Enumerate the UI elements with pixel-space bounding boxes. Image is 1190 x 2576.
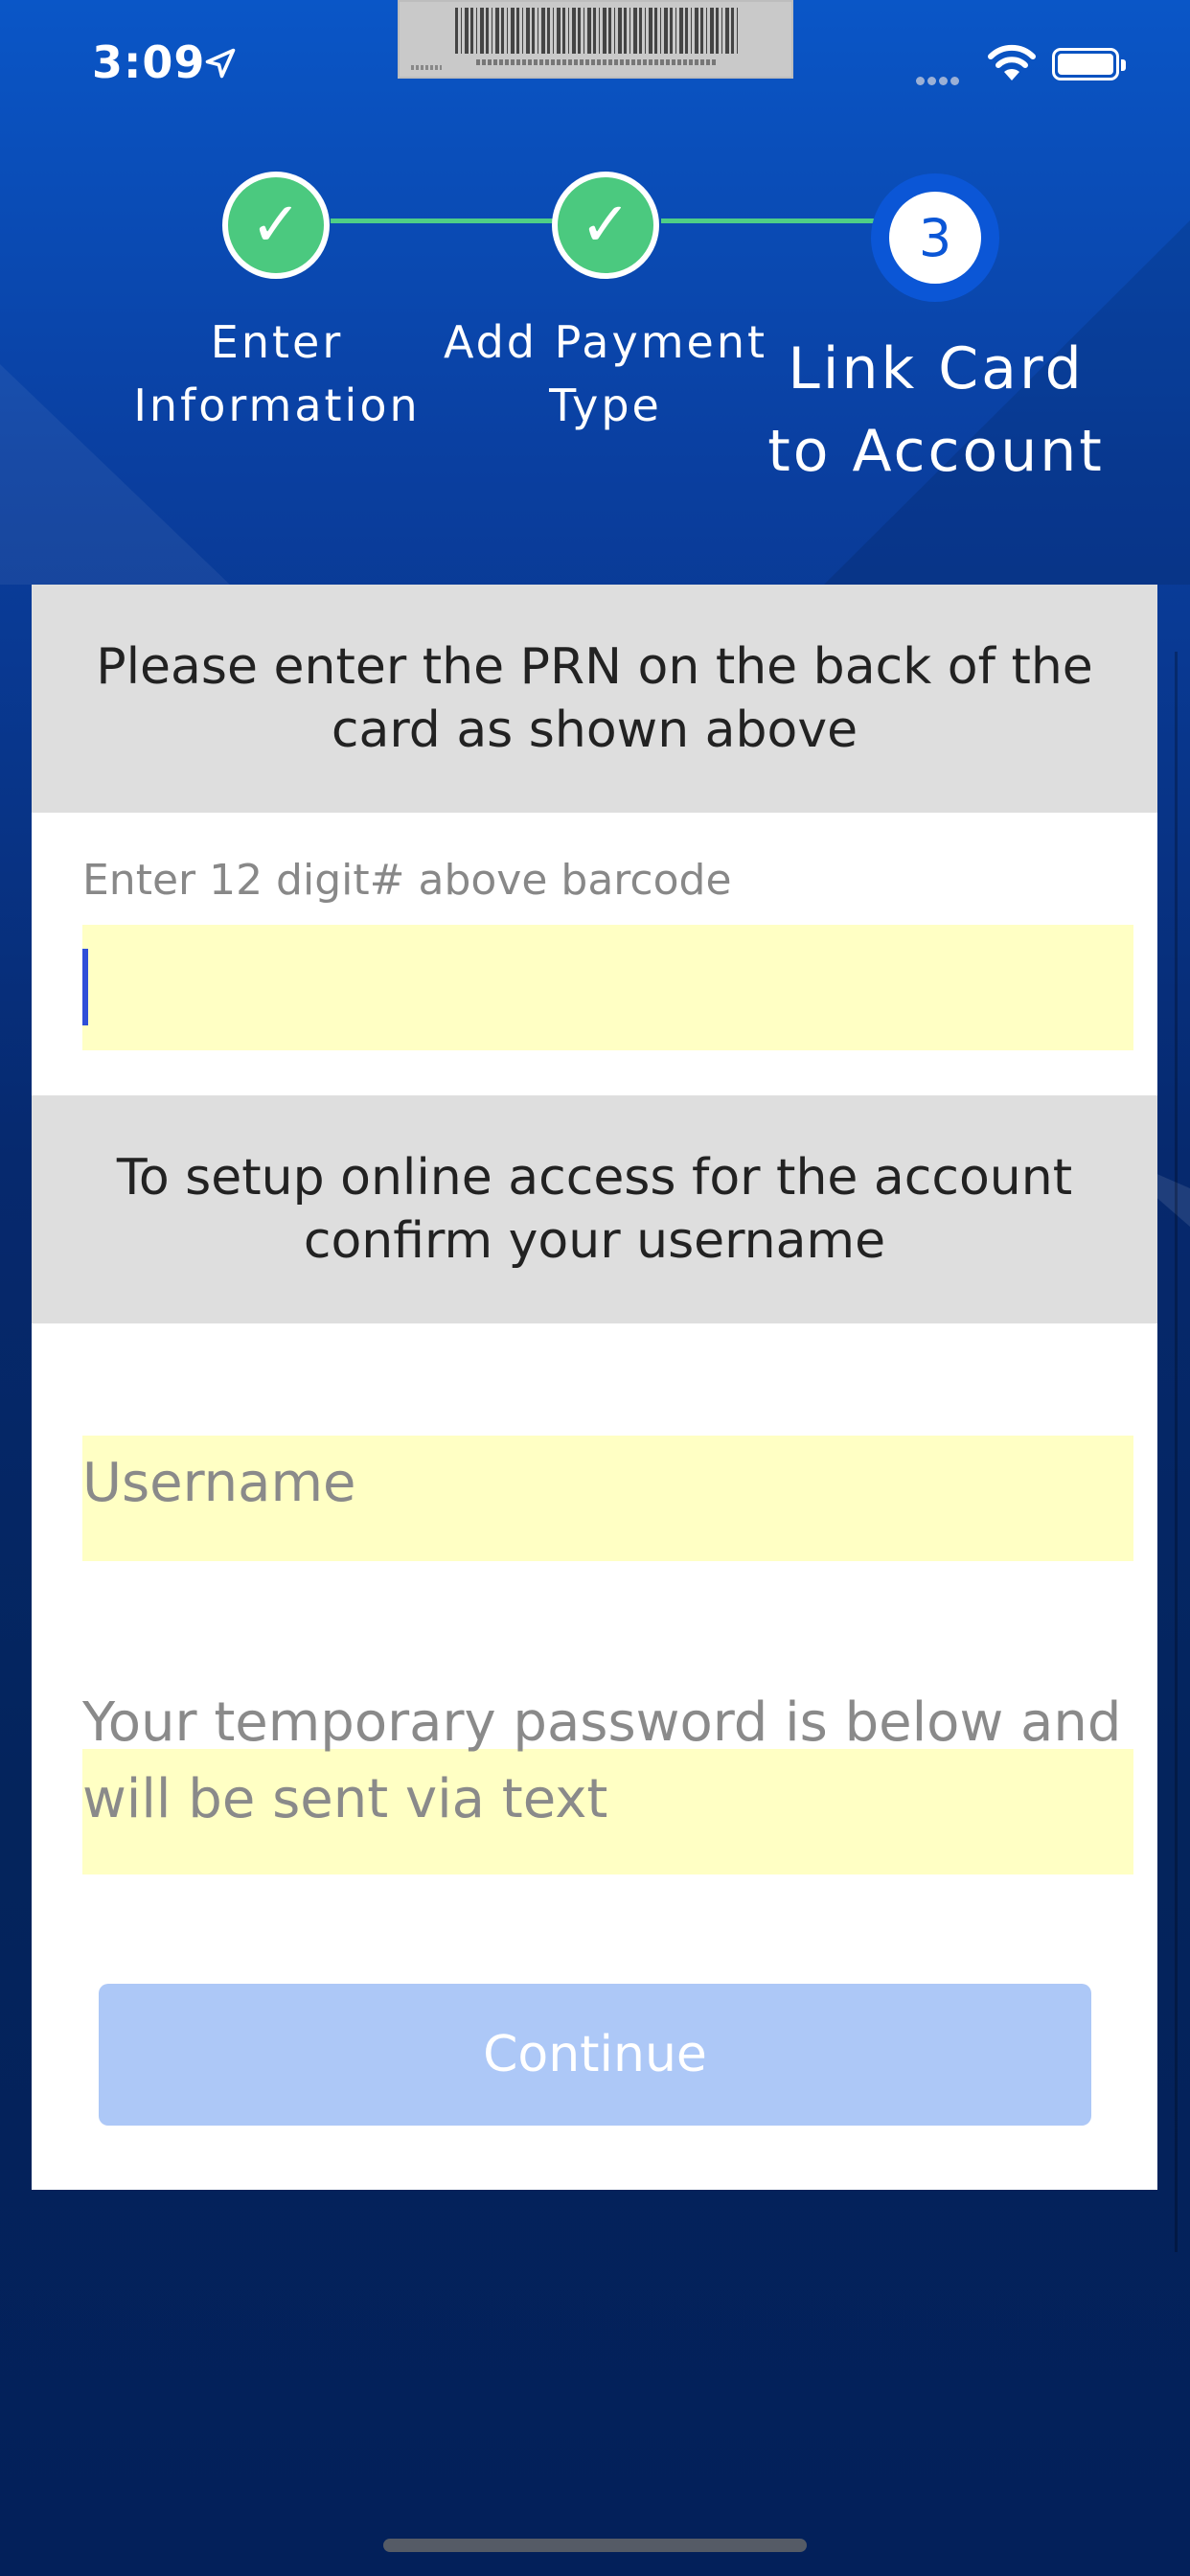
link-card-form: Please enter the PRN on the back of the … bbox=[32, 585, 1157, 2190]
checkmark-icon: ✓ bbox=[580, 190, 631, 261]
step-3-current: 3 bbox=[871, 173, 999, 302]
prn-field-label: Enter 12 digit# above barcode bbox=[82, 856, 732, 905]
temp-password-message: Your temporary password is below and wil… bbox=[82, 1691, 1122, 1830]
checkmark-icon: ✓ bbox=[250, 190, 302, 261]
battery-icon bbox=[1052, 48, 1126, 80]
text-cursor bbox=[82, 949, 88, 1025]
location-arrow-icon bbox=[205, 48, 236, 79]
wifi-icon bbox=[988, 44, 1036, 80]
home-indicator[interactable] bbox=[383, 2539, 807, 2552]
progress-stepper: ✓ ✓ 3 Enter Information Add Payment Type… bbox=[0, 163, 1190, 508]
online-access-instructions: To setup online access for the account c… bbox=[32, 1095, 1157, 1323]
step-connector bbox=[331, 218, 553, 223]
step-connector bbox=[661, 218, 883, 223]
step-2-label: Add Payment Type bbox=[443, 316, 768, 431]
status-time: 3:09 bbox=[92, 36, 206, 88]
username-placeholder: Username bbox=[82, 1452, 356, 1514]
status-bar: 3:09 bbox=[0, 0, 1190, 129]
scrollbar[interactable] bbox=[1175, 652, 1178, 2252]
step-2-completed-icon: ✓ bbox=[552, 172, 659, 279]
prn-input[interactable] bbox=[82, 925, 1133, 1050]
step-1-label: Enter Information bbox=[133, 316, 421, 431]
step-1-completed-icon: ✓ bbox=[222, 172, 330, 279]
prn-instructions: Please enter the PRN on the back of the … bbox=[32, 585, 1157, 813]
cellular-signal-icon bbox=[916, 71, 962, 89]
step-3-label: Link Card to Account bbox=[767, 335, 1105, 485]
barcode-preview-image bbox=[398, 0, 793, 79]
step-number: 3 bbox=[889, 192, 981, 284]
continue-button[interactable]: Continue bbox=[99, 1984, 1091, 2126]
